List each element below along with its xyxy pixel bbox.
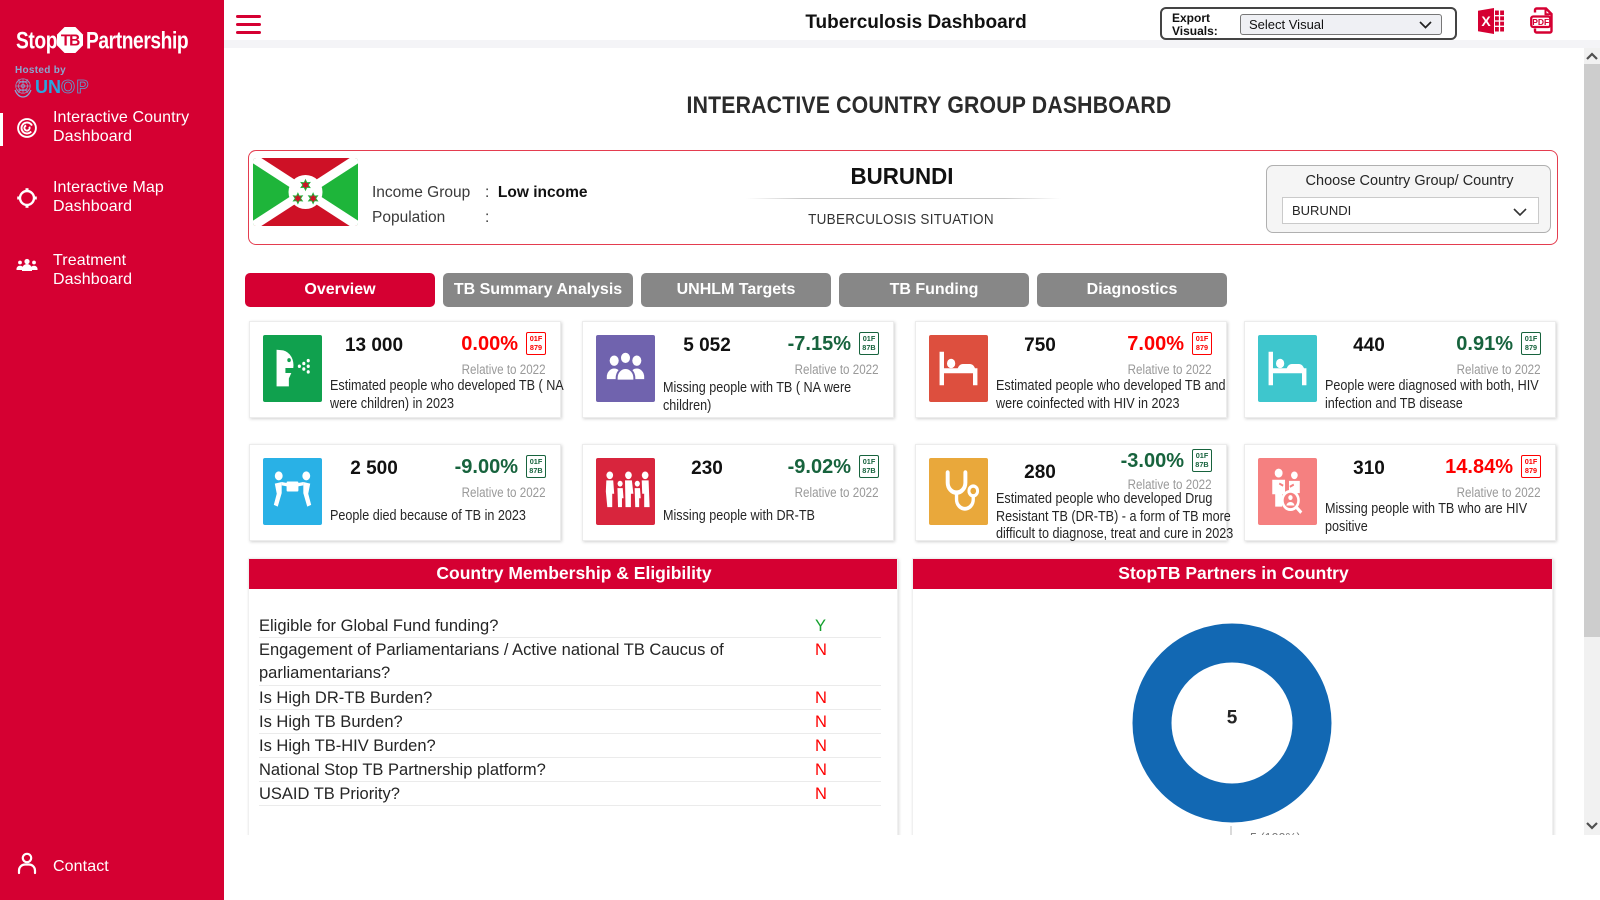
svg-text:TB: TB — [61, 33, 80, 50]
svg-text:Partnership: Partnership — [86, 27, 188, 54]
svg-text:PDF: PDF — [1532, 17, 1549, 27]
svg-text:UN: UN — [35, 77, 61, 97]
svg-text:OP: OP — [61, 77, 90, 97]
svg-text:5: 5 — [1227, 708, 1238, 729]
svg-text:Stop: Stop — [16, 27, 57, 54]
svg-text:X: X — [1481, 13, 1491, 29]
